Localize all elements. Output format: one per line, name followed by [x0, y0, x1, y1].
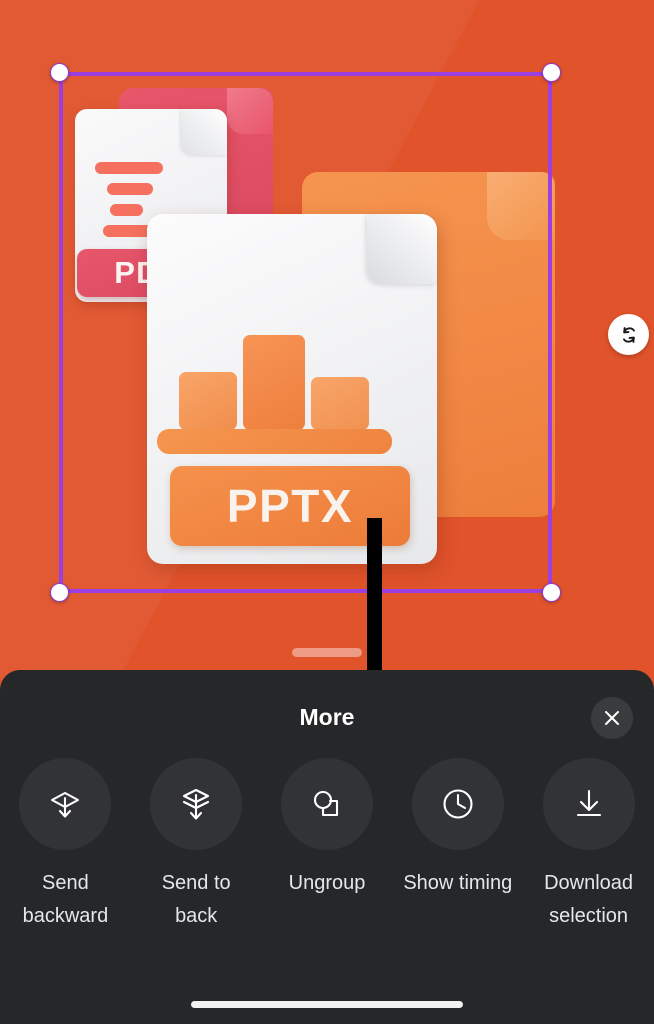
selection-edge-bottom [59, 589, 552, 593]
canvas-pale-pill [292, 648, 362, 657]
action-label: Send backward [22, 872, 109, 927]
selection-edge-top [59, 72, 552, 76]
selection-frame[interactable] [50, 63, 561, 602]
show-timing-button[interactable] [411, 758, 504, 850]
app-root: PDF PPTX [0, 0, 654, 1024]
selection-edge-right [548, 72, 552, 593]
selection-handle-top-right[interactable] [542, 63, 561, 82]
action-send-backward[interactable]: Send backward [0, 758, 131, 933]
action-show-timing[interactable]: Show timing [392, 758, 523, 933]
send-to-back-button[interactable] [150, 758, 243, 850]
action-label: Download selection [544, 872, 634, 927]
selection-edge-left [59, 72, 63, 593]
action-label: Send to back [161, 872, 231, 927]
more-options-sheet: More Send backward Send to back Ungroup … [0, 670, 654, 1024]
home-indicator [191, 1001, 463, 1008]
design-canvas[interactable]: PDF PPTX [0, 0, 654, 680]
sheet-title: More [299, 704, 355, 730]
selection-handle-top-left[interactable] [50, 63, 69, 82]
clock-icon [438, 784, 478, 824]
send-to-back-icon [176, 784, 216, 824]
selection-handle-bottom-left[interactable] [50, 583, 69, 602]
action-label: Show timing [403, 872, 513, 894]
action-list: Send backward Send to back Ungroup Show … [0, 758, 654, 933]
action-download-selection[interactable]: Download selection [523, 758, 654, 933]
action-send-to-back[interactable]: Send to back [131, 758, 262, 933]
send-backward-button[interactable] [19, 758, 112, 850]
action-label: Ungroup [288, 872, 366, 894]
download-selection-button[interactable] [542, 758, 635, 850]
close-button[interactable] [591, 697, 633, 739]
download-icon [569, 784, 609, 824]
action-ungroup[interactable]: Ungroup [262, 758, 393, 933]
ungroup-button[interactable] [280, 758, 373, 850]
send-backward-icon [45, 784, 85, 824]
rotate-button[interactable] [608, 314, 649, 355]
close-icon [602, 708, 622, 728]
rotate-icon [617, 323, 641, 347]
ungroup-icon [307, 784, 347, 824]
selection-handle-bottom-right[interactable] [542, 583, 561, 602]
sheet-header: More [0, 670, 654, 748]
